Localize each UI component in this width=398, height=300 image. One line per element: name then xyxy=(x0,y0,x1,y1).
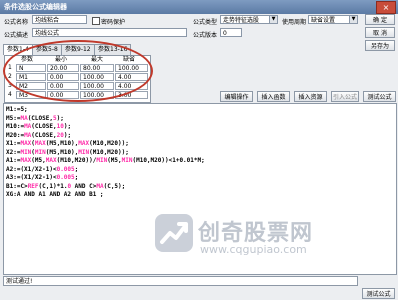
code-token: 20 xyxy=(56,131,64,139)
type-select[interactable]: 走势特征选股 ▼ xyxy=(220,15,278,24)
window-title: 条件选股公式编辑器 xyxy=(4,3,67,11)
code-token: MA xyxy=(96,182,104,190)
code-token: MIN xyxy=(20,148,32,156)
row-number: 4 xyxy=(8,91,12,98)
code-line: M20:=MA(CLOSE,20); xyxy=(6,132,71,140)
code-token: 10 xyxy=(56,123,64,130)
code-token: 0.005 xyxy=(56,165,75,173)
code-token: MIN xyxy=(78,148,90,156)
code-token: (M10,M20)); xyxy=(89,148,129,156)
bottom-test-button[interactable]: 测试公式 xyxy=(362,288,395,299)
code-token: MIN xyxy=(96,157,108,164)
code-token: (C,1)*1. xyxy=(38,182,68,190)
chevron-down-icon[interactable]: ▼ xyxy=(269,16,277,23)
code-token: ); xyxy=(56,114,64,122)
highlight-ellipse xyxy=(3,40,153,102)
formula-editor-window: 条件选股公式编辑器 × 公式名称 均线粘合 密码保护 公式类型 走势特征选股 ▼… xyxy=(0,0,398,300)
code-token: M1:=5; xyxy=(6,106,28,113)
desc-label: 公式描述 xyxy=(4,32,29,39)
code-token: MA xyxy=(20,114,28,122)
code-token: REF xyxy=(27,182,39,190)
code-line: A3:=(X1/X2-1)<0.005; xyxy=(6,174,78,182)
code-token: A2:=(X1/X2-1)< xyxy=(6,165,57,173)
code-token: ; xyxy=(74,165,79,173)
code-token: M10:= xyxy=(6,123,25,130)
code-token: X1:= xyxy=(6,140,21,147)
code-line: A2:=(X1/X2-1)<0.005; xyxy=(6,166,78,174)
code-token: AND C> xyxy=(71,182,97,190)
code-token: M5:= xyxy=(6,114,21,122)
code-line: X2:=MIN(MIN(M5,M10),MIN(M10,M20)); xyxy=(6,149,129,157)
test-formula-button[interactable]: 测试公式 xyxy=(363,91,396,102)
cancel-button[interactable]: 取 消 xyxy=(365,27,395,38)
desc-field[interactable]: 均线公式 xyxy=(32,28,187,37)
period-label: 使用周期 xyxy=(282,19,307,26)
insert-function-button[interactable]: 插入函数 xyxy=(257,91,290,102)
code-token: (CLOSE, xyxy=(27,114,53,122)
code-token: A1:= xyxy=(6,157,21,164)
code-token: (M10,M20)); xyxy=(89,140,129,147)
version-label: 公式版本 xyxy=(193,32,218,39)
code-token: MIN xyxy=(121,157,133,164)
code-token: MAX xyxy=(20,157,32,164)
code-token: ); xyxy=(63,131,72,139)
code-line: XG:A AND A1 AND A2 AND B1 ; xyxy=(6,191,104,199)
name-field[interactable]: 均线粘合 xyxy=(32,15,87,24)
code-token: MIN xyxy=(34,148,46,156)
code-token: XG:A AND A1 AND A2 AND B1 ; xyxy=(6,191,104,198)
watermark-url: www.cqgupiao.com xyxy=(200,243,307,256)
code-token: (M10,M20))/ xyxy=(56,157,97,164)
code-token: MAX xyxy=(34,140,46,147)
password-checkbox[interactable] xyxy=(92,17,100,25)
code-line: X1:=MAX(MAX(M5,M10),MAX(M10,M20)); xyxy=(6,140,129,148)
chevron-down-icon[interactable]: ▼ xyxy=(349,16,357,23)
code-line: M5:=MA(CLOSE,5); xyxy=(6,115,64,123)
code-token: ); xyxy=(63,123,72,130)
code-token: X2:= xyxy=(6,148,21,156)
code-token: (CLOSE, xyxy=(31,131,57,139)
code-token: MAX xyxy=(20,140,32,147)
period-select[interactable]: 缺省设置 ▼ xyxy=(308,15,358,24)
code-token: (M5, xyxy=(31,157,46,164)
status-bar: 测试通过! xyxy=(3,276,358,286)
code-token: MAX xyxy=(78,140,90,147)
code-line: M1:=5; xyxy=(6,106,28,114)
code-token: A3:=(X1/X2-1)< xyxy=(6,174,57,181)
code-token: MAX xyxy=(45,157,57,164)
title-bar: 条件选股公式编辑器 × xyxy=(0,0,398,14)
code-token: 0.005 xyxy=(56,174,75,181)
code-token: (M5, xyxy=(107,157,122,164)
period-value: 缺省设置 xyxy=(311,17,336,24)
code-token: (CLOSE, xyxy=(31,123,57,130)
name-label: 公式名称 xyxy=(4,19,29,26)
code-token: ; xyxy=(74,174,79,181)
code-token: (M5,M10), xyxy=(45,140,79,147)
code-token: B1:=C> xyxy=(6,182,28,190)
code-token: M20:= xyxy=(6,131,25,139)
code-token: (M10,M20))<1+0.01*M; xyxy=(132,157,205,164)
code-line: B1:=C>REF(C,1)*1.0 AND C>MA(C,5); xyxy=(6,183,125,191)
edit-ops-button[interactable]: 编辑操作 xyxy=(220,91,253,102)
code-token: (C,5); xyxy=(103,182,126,190)
code-line: M10:=MA(CLOSE,10); xyxy=(6,123,71,131)
password-label: 密码保护 xyxy=(101,19,126,26)
ok-button[interactable]: 确 定 xyxy=(365,14,395,25)
type-label: 公式类型 xyxy=(193,19,218,26)
insert-resource-button[interactable]: 插入资源 xyxy=(294,91,327,102)
code-token: (M5,M10), xyxy=(45,148,79,156)
watermark-logo-icon xyxy=(155,214,193,252)
import-formula-button[interactable]: 引入公式 xyxy=(331,91,359,102)
save-as-button[interactable]: 另存为 xyxy=(365,40,395,51)
close-icon[interactable]: × xyxy=(376,1,396,14)
type-value: 走势特征选股 xyxy=(223,17,260,24)
version-field[interactable]: 0 xyxy=(220,28,242,37)
code-line: A1:=MAX(M5,MAX(M10,M20))/MIN(M5,MIN(M10,… xyxy=(6,157,205,165)
